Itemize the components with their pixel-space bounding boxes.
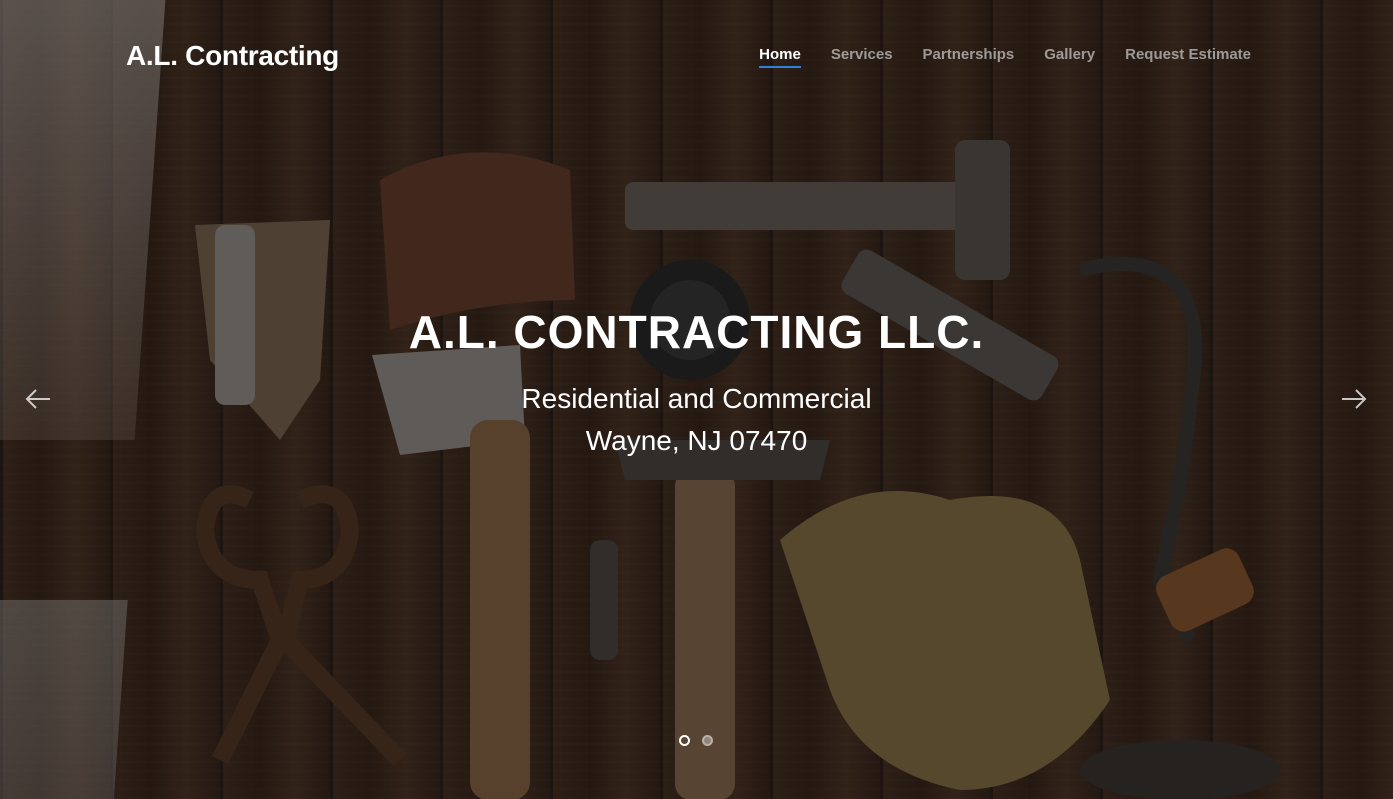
nav-item-partnerships[interactable]: Partnerships: [923, 46, 1015, 68]
nav-menu: Home Services Partnerships Gallery Reque…: [729, 46, 1251, 68]
hero-title: A.L. CONTRACTING LLC.: [408, 306, 985, 358]
arrow-right-icon: [1342, 389, 1367, 409]
hero-subtitle: Residential and Commercial Wayne, NJ 074…: [0, 378, 1393, 462]
carousel-indicator-1[interactable]: [679, 735, 690, 746]
navbar: A.L. Contracting Home Services Partnersh…: [0, 0, 1393, 110]
carousel-next-button[interactable]: [1338, 383, 1370, 415]
nav-item-home[interactable]: Home: [759, 46, 801, 68]
carousel-prev-button[interactable]: [22, 383, 54, 415]
brand-logo[interactable]: A.L. Contracting: [126, 38, 339, 74]
carousel-indicators: [679, 735, 713, 746]
nav-item-request-estimate[interactable]: Request Estimate: [1125, 46, 1251, 68]
nav-item-services[interactable]: Services: [831, 46, 893, 68]
nav-item-gallery[interactable]: Gallery: [1044, 46, 1095, 68]
carousel-caption: A.L. CONTRACTING LLC. Residential and Co…: [0, 304, 1393, 462]
carousel-indicator-2[interactable]: [702, 735, 713, 746]
hero-subtitle-line: Residential and Commercial: [521, 383, 872, 414]
arrow-left-icon: [25, 389, 50, 409]
hero-location: Wayne, NJ 07470: [585, 425, 808, 456]
